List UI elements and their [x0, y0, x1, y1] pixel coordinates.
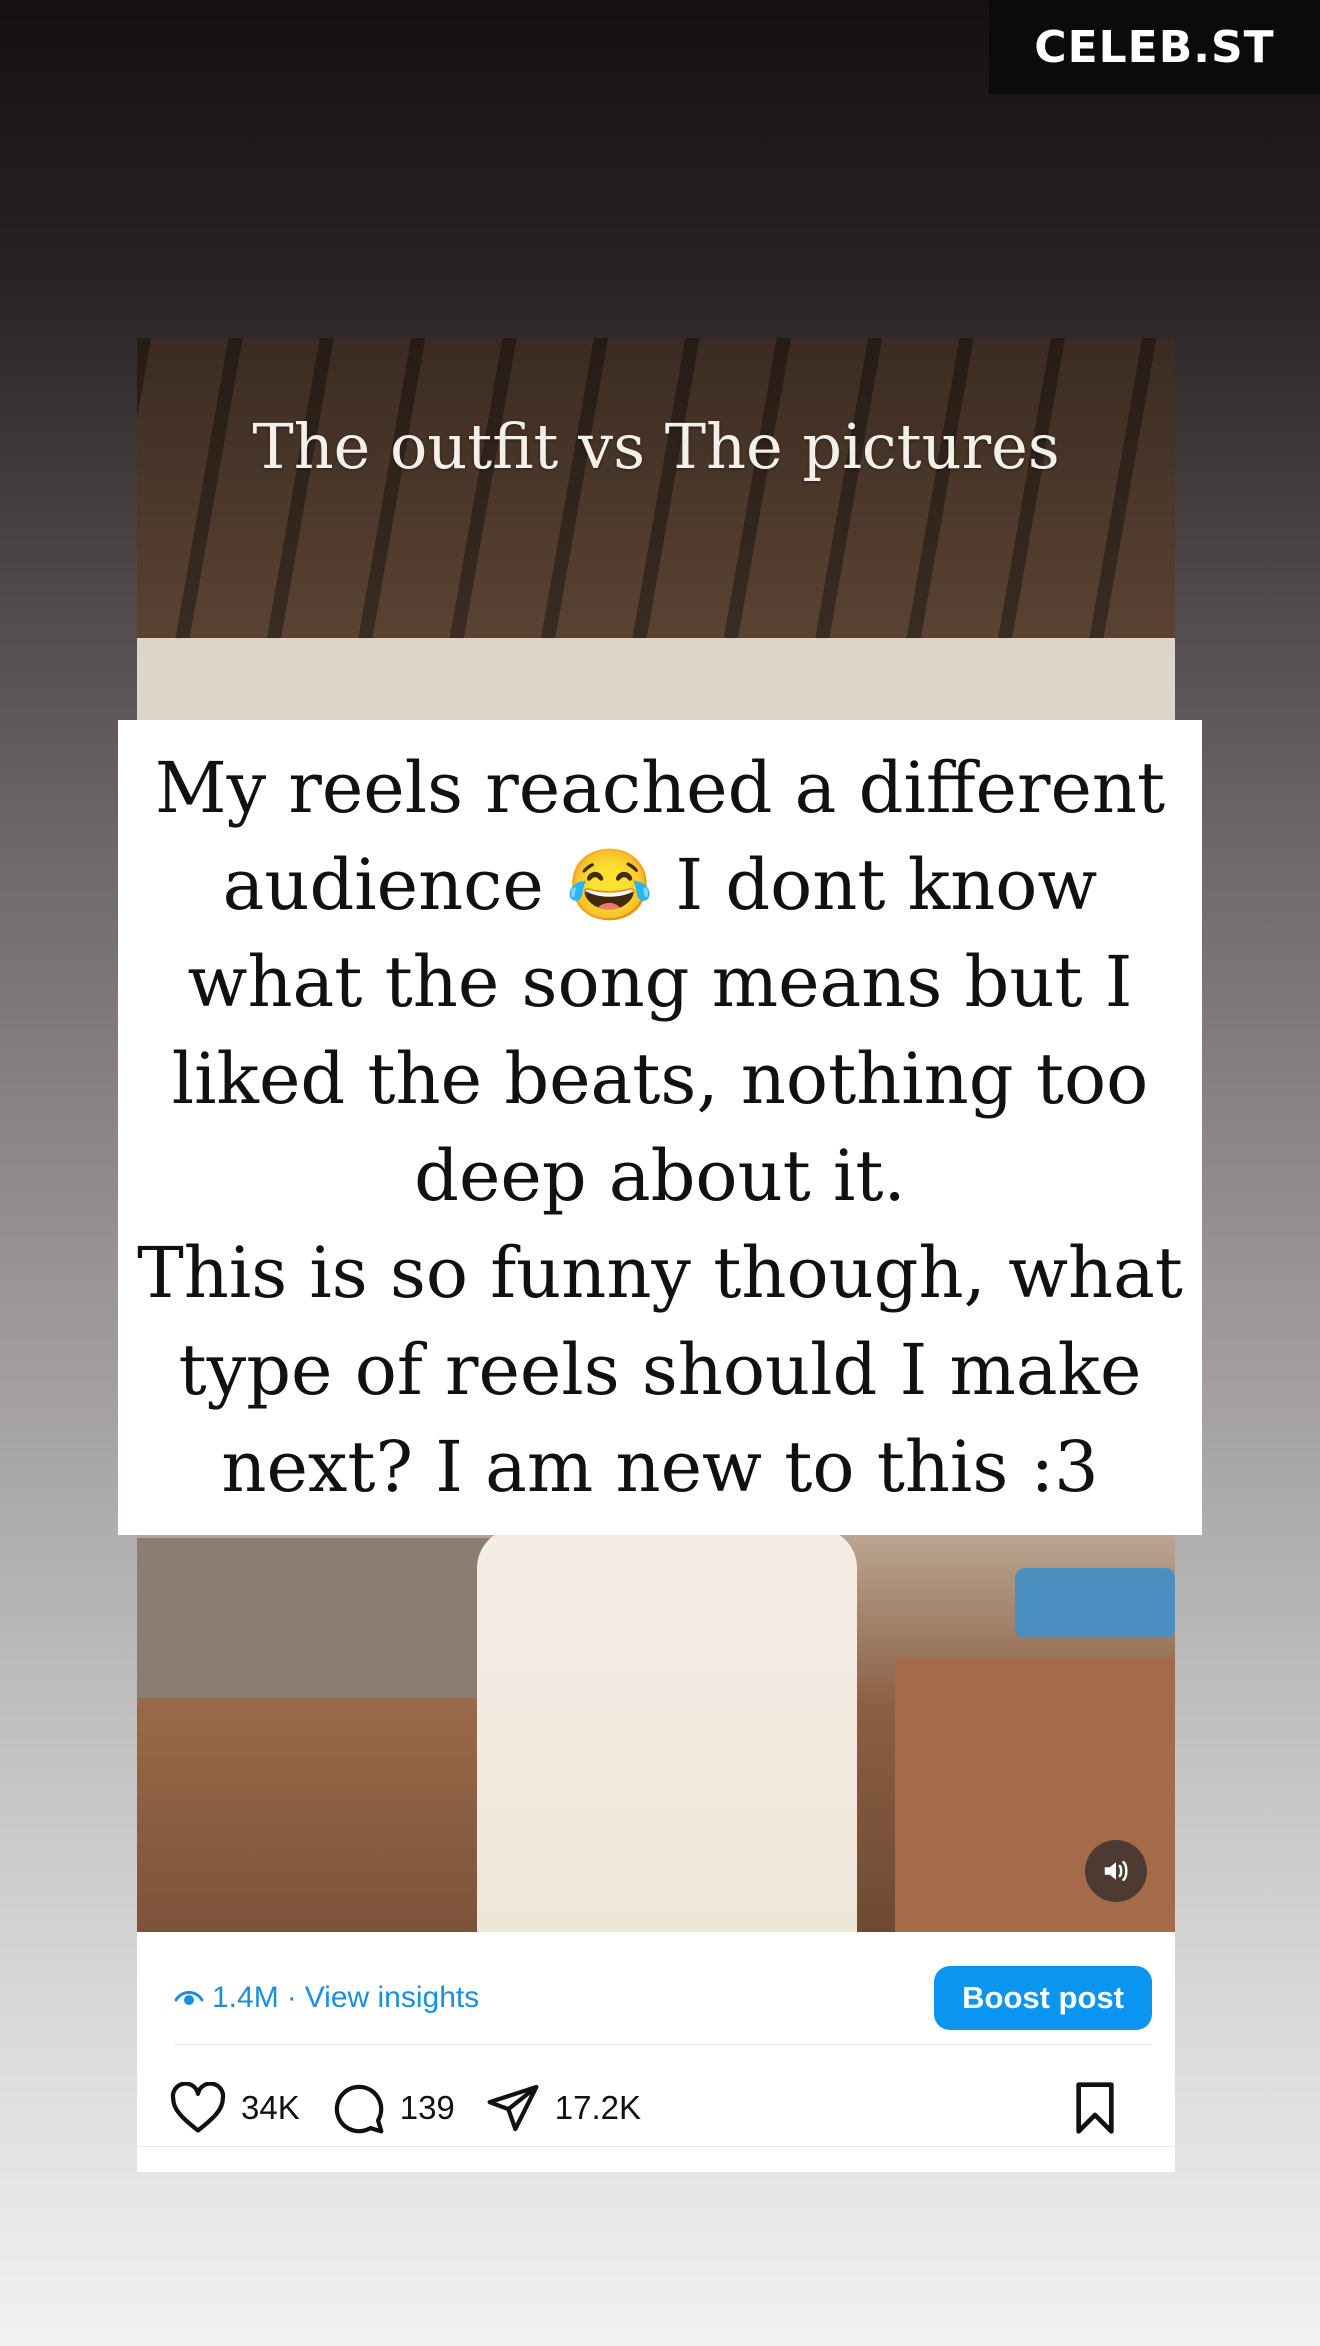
eye-icon — [174, 1991, 204, 2005]
sound-toggle-button[interactable] — [1085, 1840, 1147, 1902]
insights-separator: · — [286, 1981, 297, 2014]
caption-overlay: My reels reached a different audience 😂 … — [118, 720, 1202, 1535]
heart-icon — [170, 2082, 226, 2133]
post-actions-bar: 34K 139 17.2K — [169, 2058, 1149, 2158]
caption-text: My reels reached a different audience 😂 … — [137, 746, 1183, 1508]
video-ceiling — [137, 338, 1175, 638]
share-action[interactable]: 17.2K — [485, 2080, 641, 2136]
view-insights-label: View insights — [304, 1981, 480, 2014]
paper-plane-icon — [487, 2084, 539, 2132]
boost-post-button[interactable]: Boost post — [934, 1966, 1152, 2030]
comment-action[interactable]: 139 — [330, 2080, 455, 2136]
comment-count: 139 — [399, 2089, 455, 2126]
speaker-icon — [1104, 1861, 1128, 1881]
video-couch — [137, 1538, 497, 1698]
like-action[interactable]: 34K — [169, 2082, 300, 2134]
save-action[interactable] — [1071, 2080, 1119, 2136]
video-dress — [477, 1528, 857, 1932]
video-overlay-title: The outfit vs The pictures — [252, 410, 1060, 483]
post-divider — [137, 2146, 1175, 2147]
bookmark-icon — [1076, 2082, 1114, 2134]
video-typewriter — [1015, 1568, 1175, 1638]
comment-bubble-icon — [334, 2084, 384, 2134]
brand-logo: CELEB.ST — [989, 0, 1320, 94]
like-count: 34K — [241, 2089, 300, 2126]
view-insights-link[interactable]: 1.4M · View insights — [174, 1981, 479, 2015]
views-count: 1.4M — [212, 1981, 279, 2014]
share-count: 17.2K — [554, 2089, 642, 2126]
insights-row: 1.4M · View insights Boost post — [174, 1952, 1152, 2045]
